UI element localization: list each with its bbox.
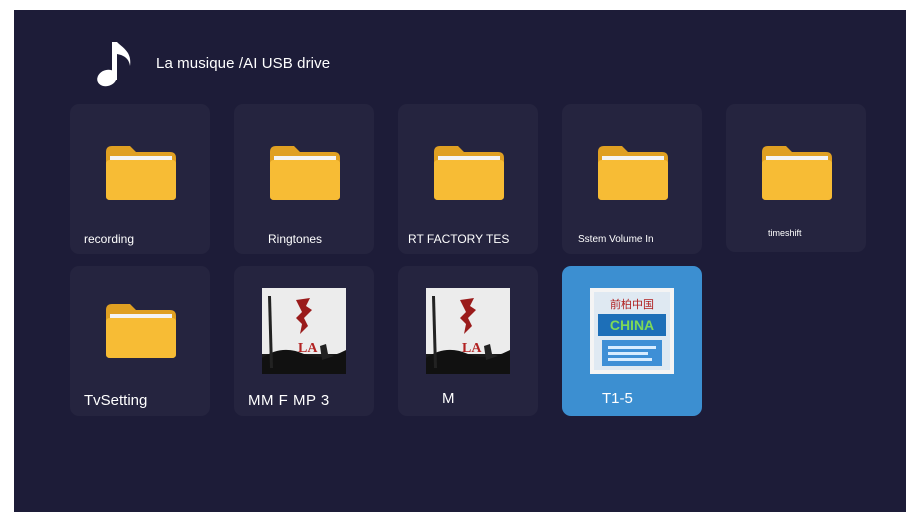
folder-tile-ringtones[interactable]: Ringtones: [234, 104, 374, 254]
tile-label: Ringtones: [268, 232, 323, 246]
album-cover-art-icon: 前柏中国 CHINA: [590, 288, 674, 374]
cover-banner: CHINA: [610, 317, 654, 333]
folder-tile-system-volume[interactable]: Sstem Volume In: [562, 104, 702, 254]
album-cover: LA: [426, 288, 510, 374]
tile-label: RT FACTORY TES: [408, 232, 510, 246]
album-cover: 前柏中国 CHINA: [590, 288, 674, 374]
tile-label: timeshift: [768, 228, 802, 238]
folder-tile-rt-factory[interactable]: RT FACTORY TES: [398, 104, 538, 254]
folder-icon: [270, 146, 340, 200]
header: La musique /AI USB drive: [96, 38, 330, 88]
folder-icon: [598, 146, 668, 200]
audio-tile-mm-f-mp3[interactable]: LA MM F MP 3: [234, 266, 374, 416]
tile-label: Sstem Volume In: [578, 234, 654, 245]
tile-label: recording: [84, 232, 135, 246]
album-cover: LA: [262, 288, 346, 374]
tile-label: M: [442, 390, 455, 407]
folder-icon: [106, 146, 176, 200]
tile-label: TvSetting: [84, 392, 148, 409]
album-cover-art-icon: LA: [262, 288, 346, 374]
folder-tile-recording[interactable]: recording: [70, 104, 210, 254]
cover-title: LA: [462, 341, 482, 356]
cover-title: 前柏中国: [610, 297, 654, 311]
audio-tile-t1-5[interactable]: 前柏中国 CHINA T1-5: [562, 266, 702, 416]
folder-icon: [434, 146, 504, 200]
folder-tile-timeshift[interactable]: timeshift: [726, 104, 866, 252]
folder-icon: [106, 304, 176, 358]
music-note-icon: [97, 42, 131, 87]
folder-icon: [762, 146, 832, 200]
file-browser-screen: La musique /AI USB drive recording Ringt…: [14, 10, 906, 512]
folder-tile-tvsetting[interactable]: TvSetting: [70, 266, 210, 416]
tile-label: T1-5: [602, 390, 633, 407]
audio-tile-m[interactable]: LA M: [398, 266, 538, 416]
tile-label: MM F MP 3: [248, 392, 330, 409]
cover-title: LA: [298, 341, 318, 356]
header-title: La musique /AI USB drive: [156, 54, 331, 72]
album-cover-art-icon: LA: [426, 288, 510, 374]
